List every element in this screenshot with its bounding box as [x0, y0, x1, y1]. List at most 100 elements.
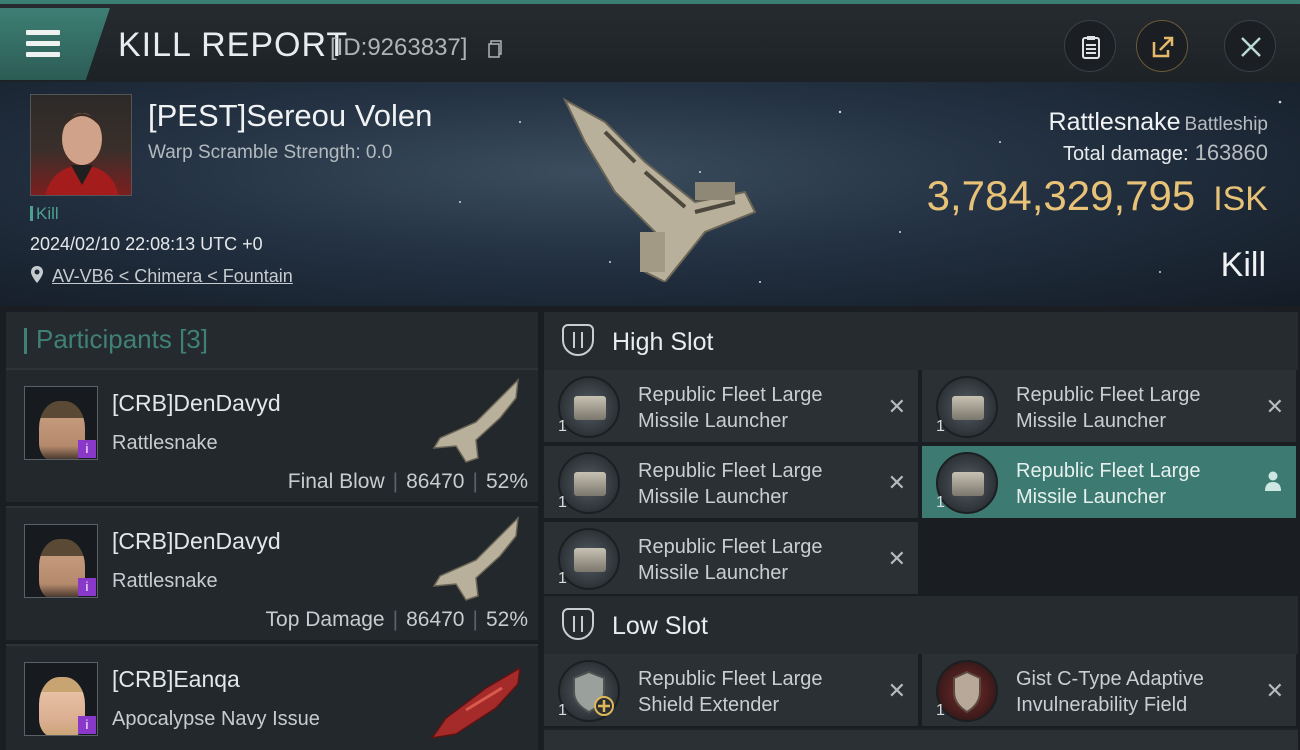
result-label: Kill — [1220, 246, 1266, 284]
module-slot[interactable]: 1 Republic Fleet Large Missile Launcher … — [544, 522, 918, 594]
info-badge: i — [78, 578, 96, 596]
participant-damage: 86470 — [406, 608, 465, 631]
module-quantity: 1 — [936, 494, 945, 511]
high-slot-label: High Slot — [612, 328, 714, 356]
participants-title: Participants [3] — [24, 324, 208, 355]
module-quantity: 1 — [558, 418, 567, 435]
module-name: Republic Fleet Large Missile Launcher — [1016, 384, 1201, 432]
victim-portrait[interactable] — [30, 94, 132, 196]
module-quantity: 1 — [936, 418, 945, 435]
module-slot[interactable]: 1 Republic Fleet Large Shield Extender ✕ — [544, 654, 918, 726]
x-icon: ✕ — [887, 678, 906, 703]
total-damage: Total damage: 163860 — [1063, 140, 1268, 166]
hamburger-menu-icon — [26, 30, 60, 58]
missile-launcher-icon — [558, 376, 620, 438]
ship-name[interactable]: Rattlesnake — [1049, 108, 1181, 136]
share-button[interactable] — [1136, 20, 1188, 72]
shield-extender-icon — [558, 660, 620, 722]
low-slot-header: Low Slot — [544, 596, 1298, 654]
module-name: Republic Fleet Large Missile Launcher — [638, 460, 823, 508]
participant-name[interactable]: [CRB]Eanqa — [112, 666, 240, 693]
high-slot-header: High Slot — [544, 312, 1298, 370]
avatar[interactable]: i — [24, 386, 98, 460]
x-icon: ✕ — [887, 470, 906, 495]
info-badge: i — [78, 440, 96, 458]
participant-ship-icon — [432, 378, 519, 463]
module-slot[interactable]: 1 Republic Fleet Large Missile Launcher … — [922, 370, 1296, 442]
module-name: Republic Fleet Large Missile Launcher — [1016, 460, 1201, 508]
kill-summary-panel: [PEST]Sereou Volen Warp Scramble Strengt… — [0, 82, 1300, 306]
participant-ship-icon — [430, 666, 521, 740]
clipboard-button[interactable] — [1064, 20, 1116, 72]
low-slot-label: Low Slot — [612, 612, 708, 640]
close-button[interactable] — [1224, 20, 1276, 72]
module-name: Republic Fleet Large Missile Launcher — [638, 536, 823, 584]
participant-row[interactable]: i [CRB]DenDavyd Rattlesnake Final Blow | 8… — [6, 368, 538, 502]
clipboard-icon — [1082, 36, 1100, 59]
module-name: Republic Fleet Large Shield Extender — [638, 668, 823, 716]
module-quantity: 1 — [558, 570, 567, 587]
total-damage-label: Total damage: — [1062, 143, 1189, 165]
info-badge: i — [78, 716, 96, 734]
top-bar: KILL REPORT [ID:9263837] — [0, 0, 1300, 82]
x-icon: ✕ — [887, 394, 906, 419]
participant-stats: Final Blow | 86470 | 52% — [287, 470, 528, 493]
module-name: Gist C-Type Adaptive Invulnerability Fie… — [1016, 668, 1204, 716]
module-slot[interactable]: 1 Republic Fleet Large Missile Launcher … — [544, 446, 918, 518]
participants-label: Participants — [36, 324, 172, 354]
missile-launcher-icon — [558, 452, 620, 514]
total-damage-value: 163860 — [1194, 140, 1268, 165]
x-icon: ✕ — [887, 546, 906, 571]
high-slot-icon — [562, 324, 594, 356]
participant-ship: Rattlesnake — [112, 432, 218, 454]
x-icon: ✕ — [1265, 678, 1284, 703]
module-name: Republic Fleet Large Missile Launcher — [638, 384, 823, 432]
missile-launcher-icon — [936, 376, 998, 438]
isk-amount: 3,784,329,795 — [926, 172, 1196, 219]
person-icon — [1265, 471, 1281, 491]
module-row-partial — [544, 728, 1298, 750]
participant-percent: 52% — [485, 608, 528, 631]
participant-stats: Top Damage | 86470 | 52% — [265, 608, 528, 631]
module-slot-selected[interactable]: 1 Republic Fleet Large Missile Launcher — [922, 446, 1296, 518]
avatar[interactable]: i — [24, 524, 98, 598]
participants-count: [3] — [179, 324, 208, 354]
isk-unit: ISK — [1213, 180, 1268, 218]
kill-tag: Kill — [30, 204, 59, 223]
module-quantity: 1 — [558, 494, 567, 511]
x-icon: ✕ — [1265, 394, 1284, 419]
participant-damage: 86470 — [406, 470, 465, 493]
report-id: [ID:9263837] — [330, 34, 468, 61]
missile-launcher-icon — [558, 528, 620, 590]
ship-type: Rattlesnake Battleship — [1049, 108, 1268, 137]
ship-render — [562, 97, 757, 282]
low-slot-icon — [562, 608, 594, 640]
location-pin-icon — [31, 266, 43, 283]
page-title: KILL REPORT — [118, 26, 349, 64]
participant-role: Top Damage — [265, 608, 385, 631]
participant-name[interactable]: [CRB]DenDavyd — [112, 390, 281, 417]
participant-ship: Rattlesnake — [112, 570, 218, 592]
victim-name[interactable]: [PEST]Sereou Volen — [148, 98, 432, 134]
kill-datetime: 2024/02/10 22:08:13 UTC +0 — [30, 234, 263, 254]
ship-class: Battleship — [1184, 114, 1268, 135]
participant-name[interactable]: [CRB]DenDavyd — [112, 528, 281, 555]
module-quantity: 1 — [558, 702, 567, 719]
isk-value: 3,784,329,795 ISK — [927, 172, 1268, 220]
participant-percent: 52% — [485, 470, 528, 493]
share-icon — [1152, 36, 1174, 58]
close-icon — [1241, 37, 1261, 57]
module-slot[interactable]: 1 Republic Fleet Large Missile Launcher … — [544, 370, 918, 442]
module-slot[interactable]: 1 Gist C-Type Adaptive Invulnerability F… — [922, 654, 1296, 726]
participant-row[interactable]: i [CRB]DenDavyd Rattlesnake Top Damage | 8… — [6, 506, 538, 640]
participant-row[interactable]: i [CRB]Eanqa Apocalypse Navy Issue — [6, 644, 538, 750]
avatar[interactable]: i — [24, 662, 98, 736]
participant-ship-icon — [432, 516, 519, 601]
missile-launcher-icon — [936, 452, 998, 514]
copy-icon[interactable] — [488, 40, 502, 58]
participant-role: Final Blow — [287, 470, 385, 493]
location-link[interactable]: AV-VB6 < Chimera < Fountain — [52, 266, 293, 287]
warp-scramble-strength: Warp Scramble Strength: 0.0 — [148, 142, 393, 163]
module-quantity: 1 — [936, 702, 945, 719]
menu-button[interactable] — [0, 8, 110, 80]
